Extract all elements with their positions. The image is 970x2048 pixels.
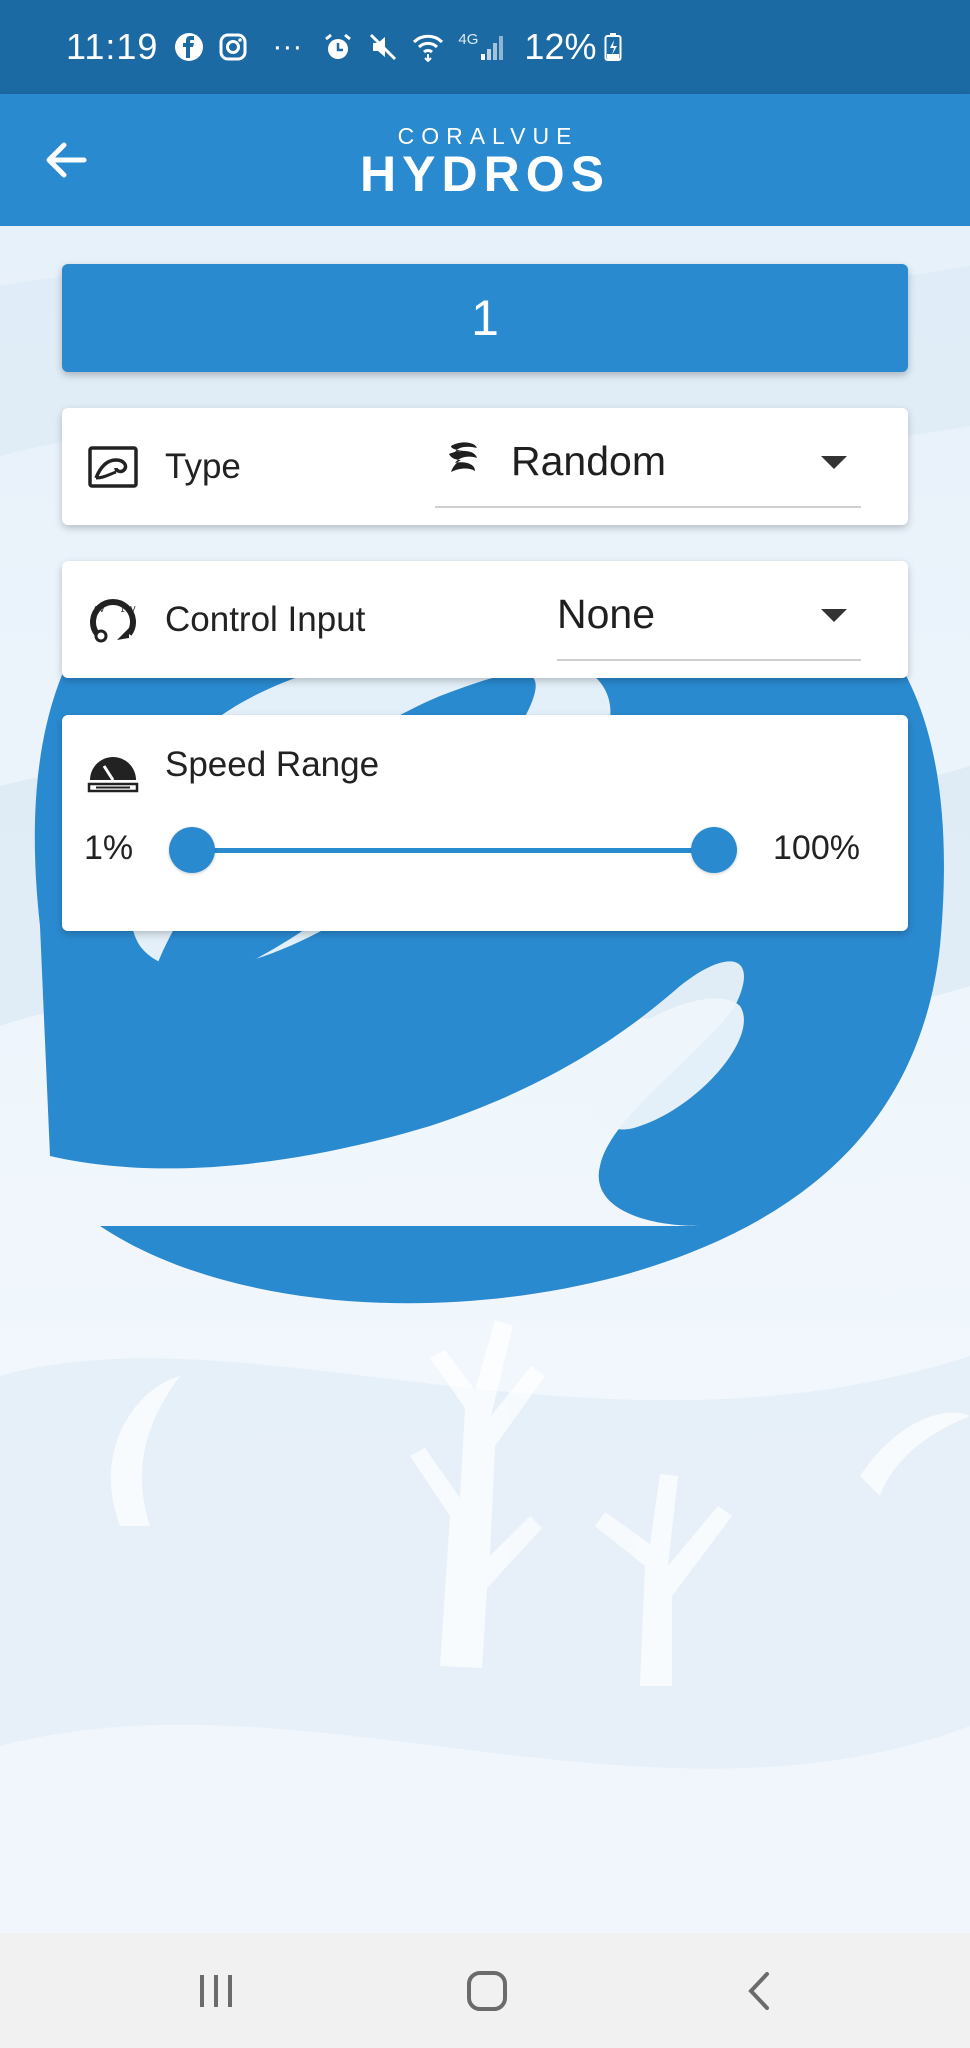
channel-title: 1 <box>471 290 499 346</box>
speed-range-slider-track[interactable] <box>192 848 714 853</box>
home-button[interactable] <box>457 1965 517 2017</box>
more-notifications-icon: ··· <box>272 30 303 63</box>
type-dropdown[interactable]: Random <box>435 416 861 508</box>
speed-range-label: Speed Range <box>165 745 380 784</box>
logo-brand-text: CORALVUE <box>397 123 579 149</box>
logo-product-text: HYDROS <box>360 146 610 202</box>
wifi-icon <box>412 32 444 62</box>
back-icon <box>748 1972 769 2010</box>
chevron-down-icon <box>821 609 847 622</box>
instagram-icon <box>218 32 248 62</box>
alarm-icon <box>322 31 354 63</box>
speed-max-thumb[interactable] <box>691 827 737 873</box>
speed-range-card: Speed Range 1% 100% <box>62 715 908 931</box>
battery-percent: 12% <box>524 26 597 67</box>
app-bar: CORALVUE HYDROS <box>0 94 970 226</box>
system-back-button[interactable] <box>728 1965 788 2017</box>
type-label: Type <box>165 447 241 486</box>
control-input-value: None <box>557 591 656 637</box>
control-input-label: Control Input <box>165 600 366 639</box>
system-nav-bar <box>0 1933 970 2048</box>
type-value: Random <box>511 438 666 484</box>
wave-box-icon <box>84 438 142 496</box>
status-time: 11:19 <box>66 26 159 67</box>
channel-header: 1 <box>62 264 908 372</box>
speed-max-label: 100% <box>773 829 860 867</box>
home-icon <box>467 1971 507 2011</box>
status-bar: 11:19 ··· 4G 12% <box>0 0 970 94</box>
mute-icon <box>368 32 398 62</box>
control-input-gauge-icon: 0V 10V <box>84 591 142 649</box>
control-input-dropdown[interactable]: None <box>557 569 861 661</box>
recent-apps-icon <box>200 1975 232 2007</box>
control-input-card: 0V 10V Control Input None <box>62 561 908 678</box>
network-type-label: 4G <box>458 30 479 48</box>
recent-apps-button[interactable] <box>186 1965 246 2017</box>
facebook-icon <box>174 32 204 62</box>
svg-text:10V: 10V <box>120 605 136 614</box>
random-flow-icon <box>435 434 491 490</box>
type-card: Type Random <box>62 408 908 525</box>
speed-min-label: 1% <box>84 829 134 867</box>
speedometer-icon <box>84 743 142 801</box>
battery-charging-icon <box>604 32 622 62</box>
app-logo: CORALVUE HYDROS <box>0 124 970 200</box>
svg-text:0V: 0V <box>94 605 105 614</box>
signal-icon <box>480 32 506 62</box>
chevron-down-icon <box>821 456 847 469</box>
speed-min-thumb[interactable] <box>169 827 215 873</box>
